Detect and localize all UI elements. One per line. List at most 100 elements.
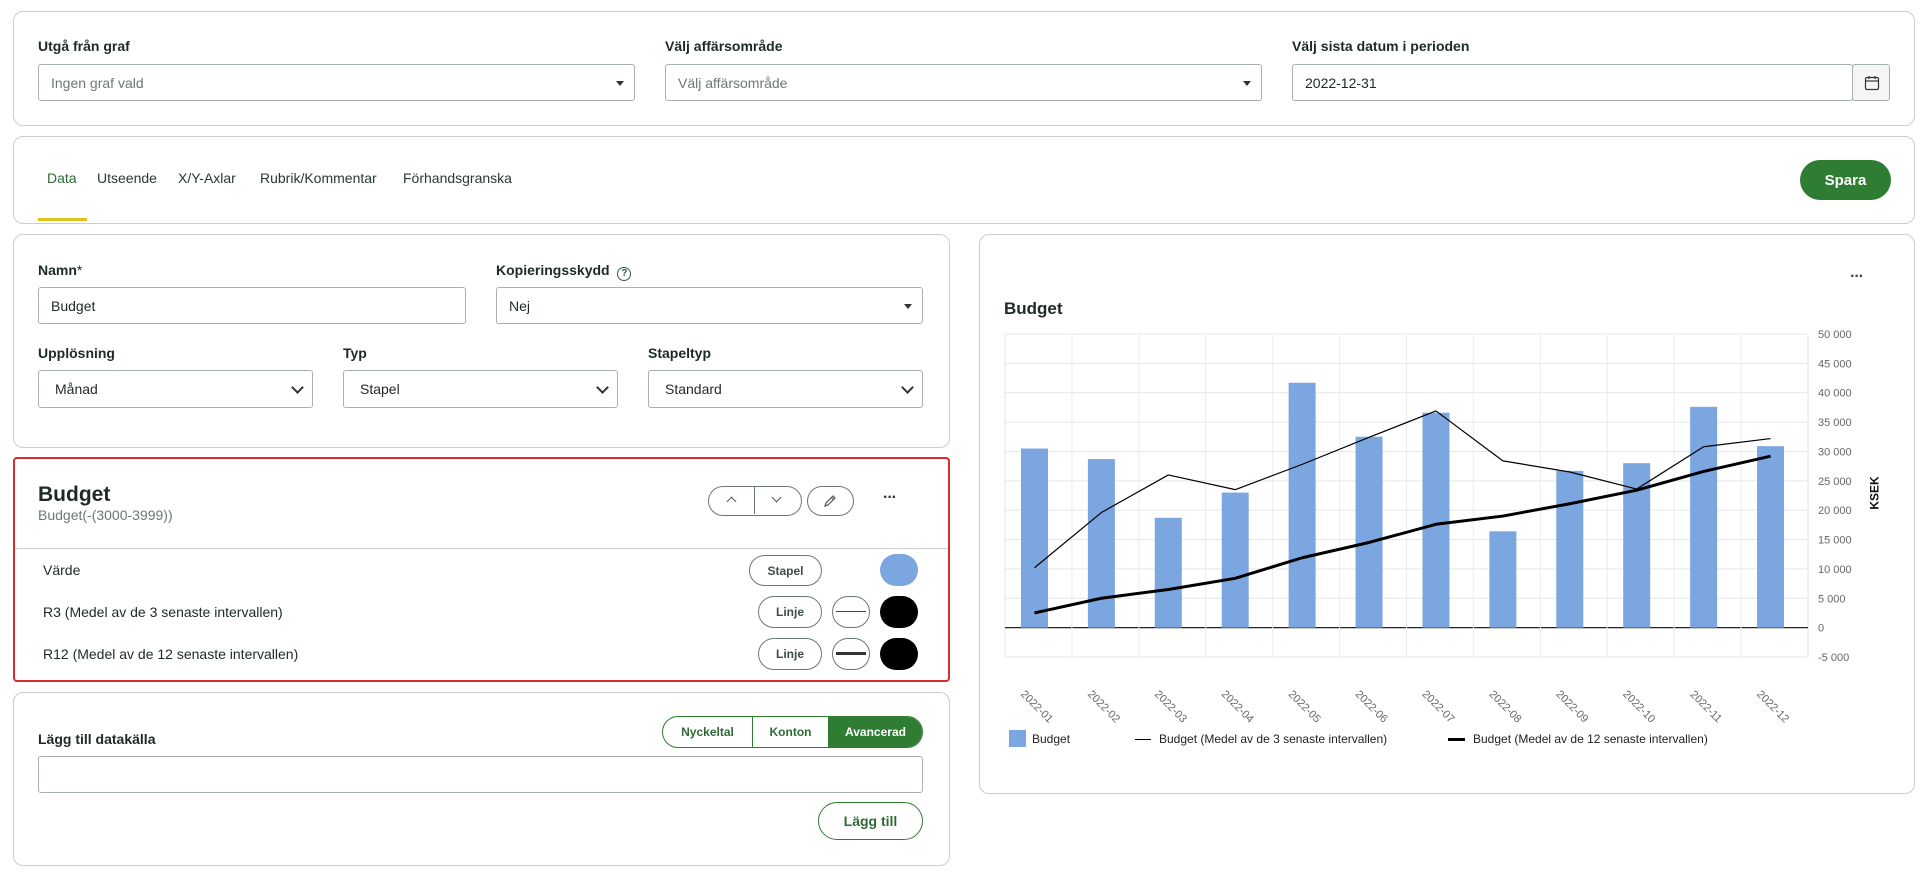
series-title: Budget: [38, 483, 111, 506]
bartype-label: Stapeltyp: [648, 345, 712, 361]
legend-r3-label: Budget (Medel av de 3 senaste intervalle…: [1159, 732, 1388, 746]
bar: [1154, 517, 1182, 628]
line-style-button[interactable]: [832, 638, 870, 670]
bar: [1355, 436, 1383, 628]
copy-protection-select[interactable]: Nej: [496, 287, 923, 324]
datasource-input[interactable]: [38, 756, 923, 793]
copy-protection-label-text: Kopieringsskydd: [496, 262, 610, 278]
series-row-label: R3 (Medel av de 3 senaste intervallen): [43, 604, 283, 620]
series-row-label: R12 (Medel av de 12 senaste intervallen): [43, 646, 299, 662]
y-tick-label: 25 000: [1818, 476, 1852, 488]
area-select-placeholder: Välj affärsområde: [678, 74, 788, 91]
settings-card: [13, 234, 950, 448]
series-subtitle: Budget(-(3000-3999)): [38, 507, 173, 523]
name-label-text: Namn: [38, 262, 77, 278]
more-options-icon[interactable]: ···: [883, 489, 897, 507]
series-type-button[interactable]: Linje: [758, 638, 822, 670]
type-label: Typ: [343, 345, 367, 361]
tab-active-underline: [38, 218, 87, 221]
y-tick-label: 50 000: [1818, 329, 1852, 341]
series-type-button[interactable]: Stapel: [749, 555, 822, 586]
y-tick-label: 0: [1818, 623, 1824, 635]
tab-xy-axlar[interactable]: X/Y-Axlar: [178, 170, 236, 186]
series-type-button[interactable]: Linje: [758, 596, 822, 628]
bar: [1556, 470, 1584, 628]
bartype-select[interactable]: Standard: [648, 370, 923, 408]
legend-budget-swatch: [1009, 730, 1026, 747]
chevron-down-icon: [771, 492, 782, 503]
area-select[interactable]: Välj affärsområde: [665, 64, 1262, 101]
bar: [1288, 382, 1316, 628]
bar: [1690, 406, 1718, 628]
pencil-icon: [824, 495, 836, 507]
move-buttons-group: [708, 486, 802, 516]
y-tick-label: 40 000: [1818, 388, 1852, 400]
chart-title: Budget: [1004, 299, 1063, 318]
chart-menu-icon[interactable]: ···: [1850, 268, 1864, 286]
chevron-down-icon: [596, 381, 609, 394]
y-tick-label: -5 000: [1818, 652, 1849, 664]
copy-protection-label: Kopieringsskydd ?: [496, 262, 632, 281]
y-tick-label: 10 000: [1818, 564, 1852, 576]
y-tick-label: 15 000: [1818, 535, 1852, 547]
name-label: Namn*: [38, 262, 82, 278]
required-marker: *: [76, 262, 83, 278]
chevron-down-icon: [291, 381, 304, 394]
tab-utseende[interactable]: Utseende: [97, 170, 157, 186]
r3-line: [1034, 410, 1771, 569]
caret-down-icon: [904, 303, 912, 309]
move-up-button[interactable]: [709, 487, 755, 514]
series-row-label: Värde: [43, 562, 81, 578]
date-field-label: Välj sista datum i perioden: [1292, 38, 1470, 54]
datasource-label: Lägg till datakälla: [38, 731, 156, 747]
type-select[interactable]: Stapel: [343, 370, 618, 408]
help-icon[interactable]: ?: [617, 267, 632, 281]
series-color-swatch[interactable]: [880, 638, 918, 670]
caret-down-icon: [616, 80, 624, 86]
name-input-value: Budget: [51, 297, 96, 314]
thin-line-icon: [836, 611, 866, 612]
copy-protection-value: Nej: [509, 297, 531, 314]
graph-select[interactable]: Ingen graf vald: [38, 64, 635, 101]
tab-data[interactable]: Data: [47, 170, 77, 186]
legend-r12-line: [1448, 738, 1465, 741]
chevron-up-icon: [726, 496, 737, 507]
legend-budget-label: Budget: [1032, 732, 1071, 746]
save-button[interactable]: Spara: [1800, 160, 1891, 200]
bar: [1757, 446, 1785, 628]
add-datasource-button[interactable]: Lägg till: [818, 802, 923, 840]
toggle-konton[interactable]: Konton: [753, 717, 829, 747]
y-tick-label: 35 000: [1818, 417, 1852, 429]
graph-select-label: Utgå från graf: [38, 38, 130, 54]
datasource-toggle-group: Nyckeltal Konton Avancerad: [662, 716, 923, 748]
tab-rubrik-kommentar[interactable]: Rubrik/Kommentar: [260, 170, 377, 186]
caret-down-icon: [1243, 80, 1251, 86]
series-color-swatch[interactable]: [880, 554, 918, 586]
line-style-button[interactable]: [832, 596, 870, 628]
edit-button[interactable]: [807, 486, 854, 516]
bartype-value: Standard: [665, 381, 722, 397]
series-color-swatch[interactable]: [880, 596, 918, 628]
area-select-label: Välj affärsområde: [665, 38, 783, 54]
bar: [1020, 448, 1048, 628]
date-input[interactable]: 2022-12-31: [1292, 64, 1853, 101]
resolution-value: Månad: [55, 381, 98, 397]
bar: [1087, 459, 1115, 628]
type-value: Stapel: [360, 381, 400, 397]
bar: [1489, 531, 1517, 628]
tab-forhandsgranska[interactable]: Förhandsgranska: [403, 170, 512, 186]
calendar-button[interactable]: [1852, 64, 1890, 101]
toggle-nyckeltal[interactable]: Nyckeltal: [663, 717, 753, 747]
graph-select-placeholder: Ingen graf vald: [51, 74, 144, 91]
legend-r12-label: Budget (Medel av de 12 senaste intervall…: [1473, 732, 1708, 746]
thick-line-icon: [836, 652, 866, 655]
y-tick-label: 45 000: [1818, 358, 1852, 370]
y-tick-label: 20 000: [1818, 505, 1852, 517]
toggle-avancerad[interactable]: Avancerad: [829, 717, 922, 747]
move-down-button[interactable]: [755, 487, 800, 514]
series-divider: [15, 548, 948, 549]
resolution-select[interactable]: Månad: [38, 370, 313, 408]
name-input[interactable]: Budget: [38, 287, 466, 324]
y-axis-title: KSEK: [1867, 476, 1882, 510]
budget-chart: -5 000 0 5 000 10 000 15 000 20 000 25 000 30 0…: [1004, 329, 1852, 725]
